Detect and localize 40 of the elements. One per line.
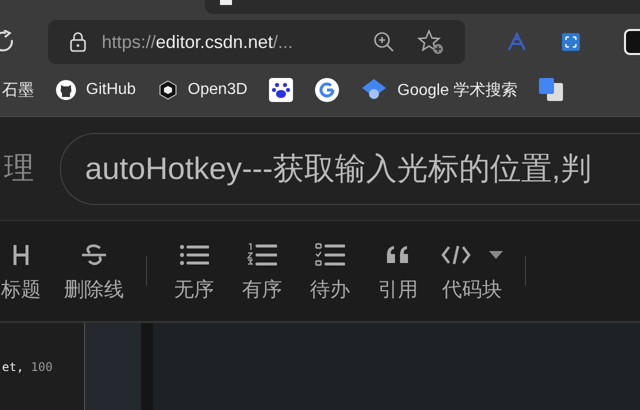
section-label: 理	[4, 150, 35, 188]
toolbar-button[interactable]: 标题	[0, 240, 46, 302]
quote-icon	[385, 244, 411, 264]
toolbar-button[interactable]: 待办	[305, 240, 355, 302]
bookmark[interactable]	[539, 78, 564, 102]
toolbar-button[interactable]: 代码块	[441, 240, 503, 302]
lock-icon	[70, 32, 86, 52]
numbered-list-icon	[247, 242, 277, 266]
heading-icon	[13, 244, 29, 266]
graduation-cap-icon	[361, 78, 388, 102]
translate-icon	[539, 78, 564, 102]
toolbar-button[interactable]: 引用	[373, 240, 423, 302]
paw-icon	[269, 78, 294, 102]
strikethrough-icon	[81, 244, 107, 266]
extension-icon[interactable]	[624, 29, 640, 55]
zoom-icon[interactable]	[372, 31, 395, 53]
refresh-icon[interactable]	[0, 30, 14, 54]
bookmark[interactable]	[269, 78, 294, 102]
address-bar[interactable]: https://editor.csdn.net/...	[48, 20, 465, 64]
bookmark[interactable]: 石墨	[2, 80, 34, 100]
bookmark[interactable]: Open3D	[158, 80, 248, 100]
code-icon	[441, 244, 471, 266]
url-text: https://editor.csdn.net/...	[102, 32, 294, 52]
bullet-list-icon	[179, 244, 209, 266]
add-favorite-icon[interactable]	[416, 29, 445, 55]
code-text: et, 100	[2, 360, 53, 374]
bookmark[interactable]	[315, 78, 340, 102]
toolbar-button[interactable]: 有序	[237, 240, 287, 302]
caret-icon[interactable]	[489, 250, 503, 258]
page-icon	[220, 0, 232, 5]
toolbar-button[interactable]: 删除线	[64, 240, 124, 302]
toolbar-button[interactable]: 无序	[169, 240, 219, 302]
letter-g-icon	[315, 78, 340, 102]
checklist-icon	[315, 242, 345, 266]
title-input[interactable]: autoHotkey---获取输入光标的位置,判	[60, 132, 640, 204]
bookmark[interactable]: GitHub	[56, 80, 136, 100]
cube-icon	[158, 80, 178, 100]
bookmark[interactable]: Google 学术搜索	[361, 78, 518, 102]
octocat-icon	[56, 80, 76, 100]
extension-icon[interactable]	[562, 33, 580, 51]
